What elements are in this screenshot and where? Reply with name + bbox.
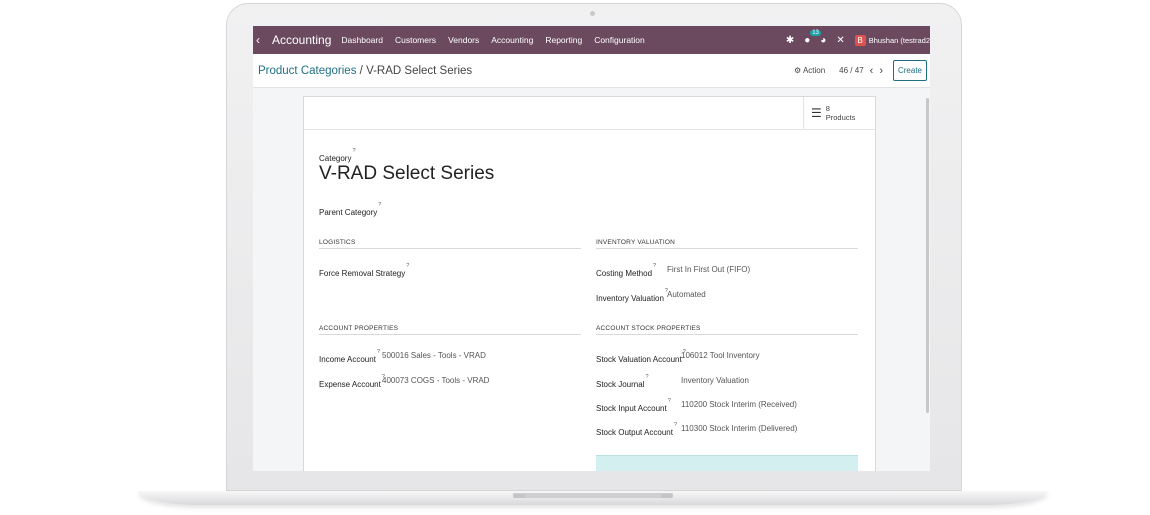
stock-valuation-account-row: Stock Valuation Account? <box>596 349 686 367</box>
laptop-notch <box>513 493 673 498</box>
income-account-row: Income Account? <box>319 349 380 367</box>
stock-output-account-label: Stock Output Account <box>596 428 673 437</box>
menu-reporting[interactable]: Reporting <box>545 35 582 45</box>
menu-dashboard[interactable]: Dashboard <box>341 35 383 45</box>
help-marker[interactable]: ? <box>406 263 409 269</box>
breadcrumb-current: V-RAD Select Series <box>366 64 473 77</box>
button-box: ☰ 8 Products <box>304 97 875 130</box>
inventory-valuation-field[interactable]: Automated <box>667 290 706 299</box>
costing-method-field[interactable]: First In First Out (FIFO) <box>667 265 750 274</box>
screen: ‹ Accounting Dashboard Customers Vendors… <box>253 26 930 471</box>
help-marker[interactable]: ? <box>674 422 677 428</box>
products-label: Products <box>825 113 856 122</box>
divider <box>596 334 858 335</box>
menu-customers[interactable]: Customers <box>395 35 436 45</box>
costing-method-label: Costing Method <box>596 269 653 278</box>
expense-account-row: Expense Account? <box>319 374 385 392</box>
stock-input-account-label: Stock Input Account <box>596 404 667 413</box>
camera-icon <box>590 11 595 16</box>
help-marker[interactable]: ? <box>378 202 381 208</box>
expense-account-label: Expense Account <box>319 380 381 389</box>
stock-output-account-row: Stock Output Account? <box>596 422 677 440</box>
create-button[interactable]: Create <box>892 60 927 81</box>
help-marker[interactable]: ? <box>645 374 648 380</box>
products-count: 8 <box>825 104 830 113</box>
parent-category-label: Parent Category <box>319 208 378 217</box>
apps-menu-icon[interactable]: ‹ <box>256 33 270 47</box>
menu-configuration[interactable]: Configuration <box>594 35 645 45</box>
laptop-foot <box>661 494 673 498</box>
parent-category-row: Parent Category? <box>319 202 381 220</box>
activity-clock-icon[interactable]: ◕ <box>820 35 826 46</box>
stock-valuation-account-label: Stock Valuation Account <box>596 355 682 364</box>
section-account-stock-properties: ACCOUNT STOCK PROPERTIES <box>596 325 701 332</box>
stock-input-account-field[interactable]: 110200 Stock Interim (Received) <box>681 400 797 409</box>
help-marker[interactable]: ? <box>653 263 656 269</box>
inventory-valuation-row: Inventory Valuation? <box>596 288 668 306</box>
force-removal-row: Force Removal Strategy? <box>319 263 409 281</box>
costing-method-row: Costing Method? <box>596 263 656 281</box>
bug-icon[interactable]: ✱ <box>786 35 794 46</box>
help-marker[interactable]: ? <box>668 398 671 404</box>
products-smart-button[interactable]: ☰ 8 Products <box>803 97 855 129</box>
help-marker[interactable]: ? <box>377 349 380 355</box>
info-alert-box <box>596 455 858 471</box>
divider <box>596 248 858 249</box>
section-inventory-valuation: INVENTORY VALUATION <box>596 239 676 246</box>
top-navbar: ‹ Accounting Dashboard Customers Vendors… <box>253 26 930 54</box>
breadcrumb-separator: / <box>359 64 363 77</box>
app-name[interactable]: Accounting <box>272 33 331 47</box>
stock-journal-row: Stock Journal? <box>596 374 649 392</box>
stock-input-account-row: Stock Input Account? <box>596 398 671 416</box>
stock-output-account-field[interactable]: 110300 Stock Interim (Delivered) <box>681 424 797 433</box>
control-panel: Product Categories / V-RAD Select Series… <box>253 54 930 88</box>
breadcrumb-parent[interactable]: Product Categories <box>258 65 356 77</box>
form-sheet: ☰ 8 Products Category? V-RAD Select Seri… <box>303 96 876 471</box>
income-account-label: Income Account <box>319 355 376 364</box>
stock-journal-label: Stock Journal <box>596 380 645 389</box>
tools-icon[interactable]: ✕ <box>836 35 844 46</box>
section-logistics: LOGISTICS <box>319 239 356 246</box>
chat-icon[interactable]: ● 13 <box>804 29 821 46</box>
pager-next-icon[interactable]: › <box>879 65 883 77</box>
menu-accounting[interactable]: Accounting <box>491 35 533 45</box>
category-name-field[interactable]: V-RAD Select Series <box>319 163 494 185</box>
stock-journal-field[interactable]: Inventory Valuation <box>681 376 749 385</box>
divider <box>319 334 581 335</box>
breadcrumb: Product Categories / V-RAD Select Series <box>258 65 472 77</box>
control-right: ⚙ Action 46 / 47 ‹ › Create <box>794 54 927 87</box>
pager-prev-icon[interactable]: ‹ <box>870 65 874 77</box>
inventory-valuation-label: Inventory Valuation <box>596 294 664 303</box>
smart-button-text: 8 Products <box>826 104 856 122</box>
divider <box>319 248 581 249</box>
user-name[interactable]: Bhushan (testrad2 <box>869 36 930 45</box>
avatar[interactable]: B <box>854 34 866 46</box>
action-menu[interactable]: ⚙ Action <box>794 66 825 75</box>
force-removal-label: Force Removal Strategy <box>319 269 406 278</box>
income-account-field[interactable]: 500016 Sales - Tools - VRAD <box>382 351 486 360</box>
stock-valuation-account-field[interactable]: 106012 Tool Inventory <box>681 351 760 360</box>
pager-value[interactable]: 46 / 47 <box>839 66 863 75</box>
expense-account-field[interactable]: 400073 COGS - Tools - VRAD <box>382 376 489 385</box>
action-label: Action <box>802 66 826 75</box>
help-marker[interactable]: ? <box>352 148 355 154</box>
list-icon: ☰ <box>811 106 822 120</box>
category-label: Category <box>319 154 352 163</box>
section-account-properties: ACCOUNT PROPERTIES <box>319 325 399 332</box>
scrollbar[interactable] <box>926 98 929 413</box>
menu-vendors[interactable]: Vendors <box>448 35 479 45</box>
laptop-foot <box>513 494 525 498</box>
systray: ✱ ● 13 ◕ ✕ B Bhushan (testrad2 <box>786 26 930 54</box>
